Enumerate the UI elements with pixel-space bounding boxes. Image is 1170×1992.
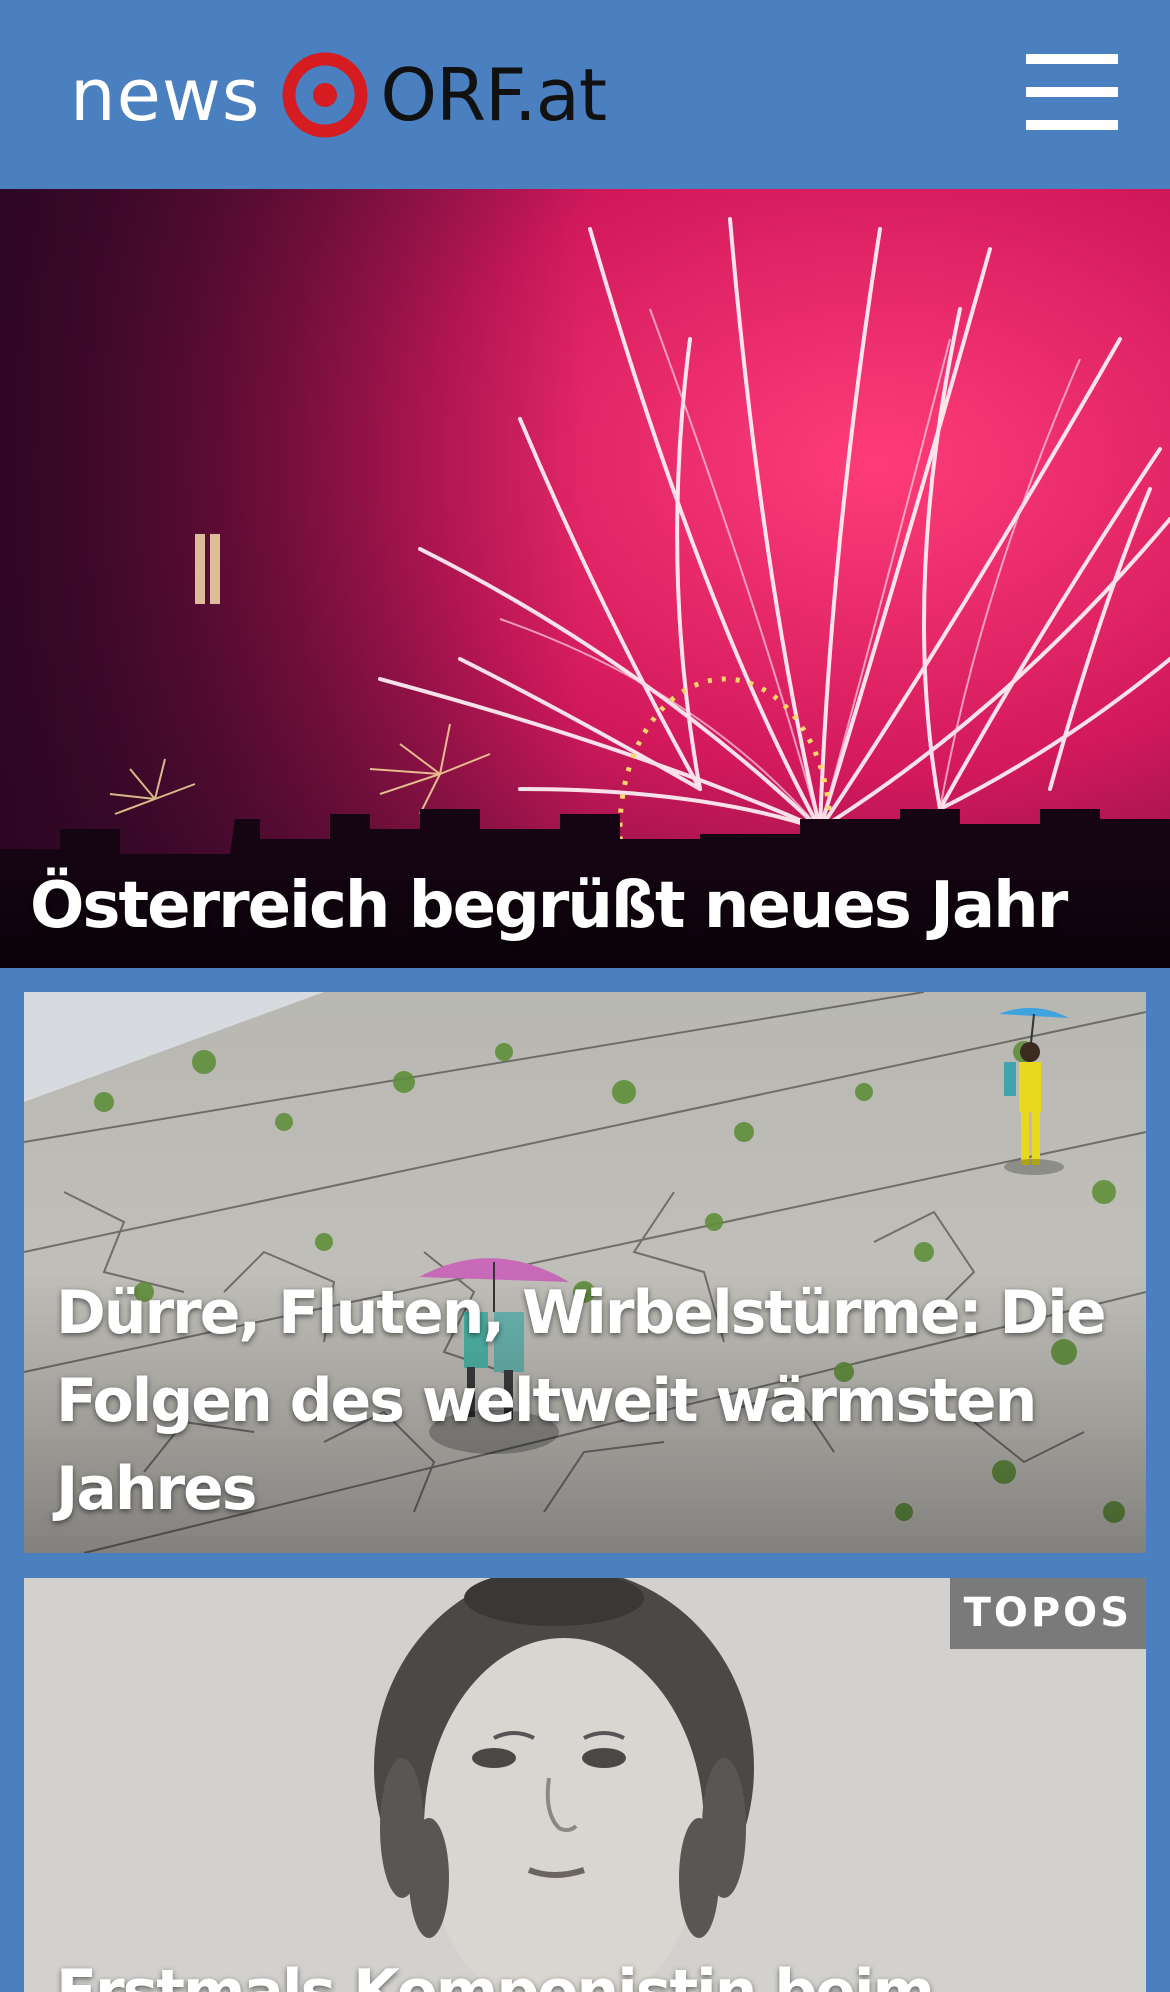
- teaser-fireworks[interactable]: Österreich begrüßt neues Jahr: [0, 189, 1170, 968]
- teaser-drought[interactable]: Dürre, Fluten, Wirbelstürme: Die Folgen …: [24, 992, 1146, 1553]
- logo-brand-text: ORF.at: [380, 53, 607, 137]
- orf-eye-icon: [282, 52, 368, 138]
- teaser-title: Erstmals Komponistin beim: [56, 1957, 935, 1992]
- menu-bar: [1026, 87, 1118, 97]
- hamburger-menu-icon[interactable]: [1022, 50, 1122, 136]
- news-orf-logo[interactable]: news ORF.at: [70, 48, 607, 142]
- site-header: news ORF.at: [0, 0, 1170, 189]
- menu-bar: [1026, 54, 1118, 64]
- fireworks-over-vienna-image: [0, 189, 1170, 968]
- logo-news-text: news: [70, 53, 261, 137]
- teaser-composer[interactable]: TOPOS Erstmals Komponistin beim: [24, 1578, 1146, 1992]
- category-badge: TOPOS: [949, 1578, 1146, 1649]
- teaser-title: Dürre, Fluten, Wirbelstürme: Die Folgen …: [24, 1269, 1146, 1553]
- teaser-title: Österreich begrüßt neues Jahr: [0, 864, 1170, 968]
- menu-bar: [1026, 120, 1118, 130]
